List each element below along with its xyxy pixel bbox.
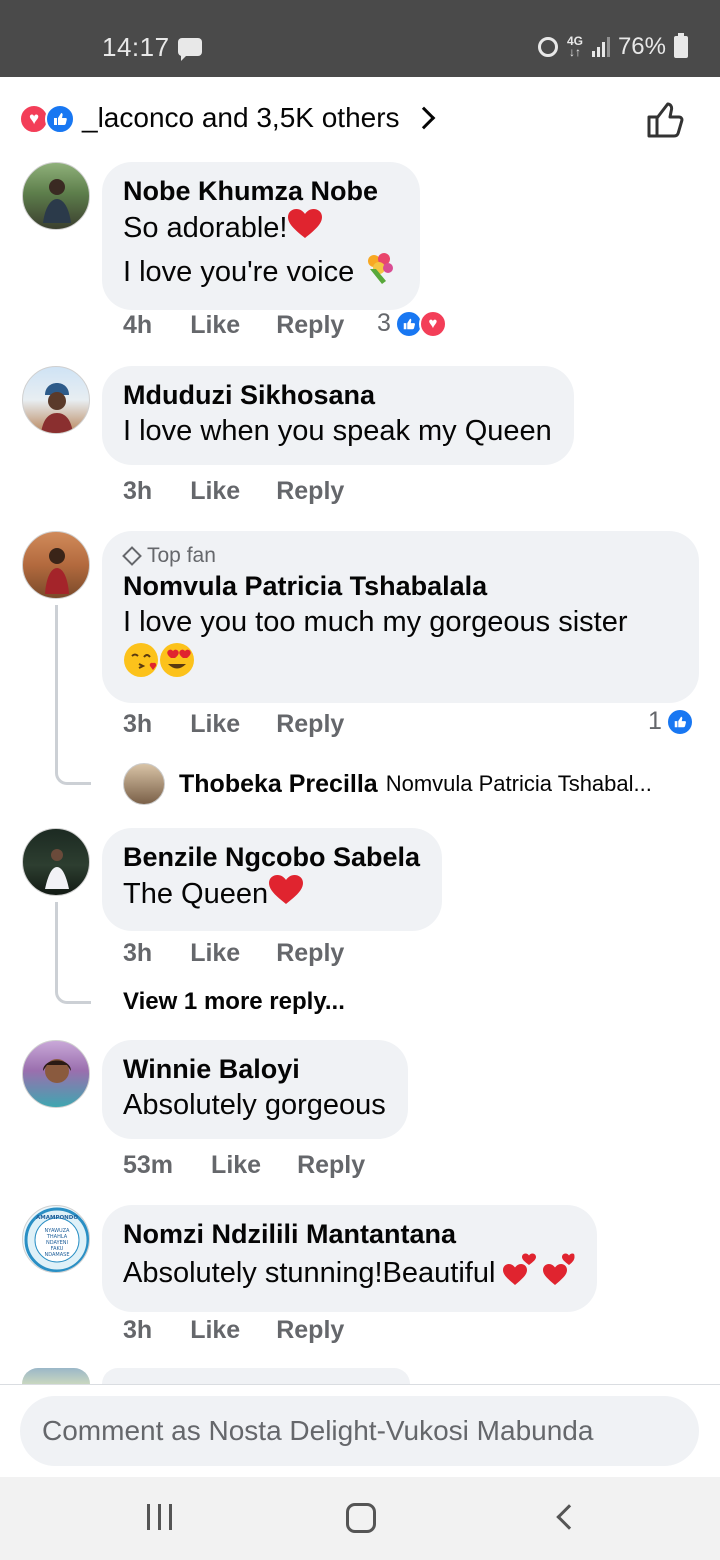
comment-author[interactable]: Benzile Ngcobo Sabela	[123, 840, 420, 874]
comment-bubble[interactable]: Nobe Khumza Nobe So adorable! I love you…	[102, 162, 421, 310]
amampondo-logo: AMAMPONDO NYAWUZA THAHLA NDAYENI FAKU ND…	[24, 1207, 89, 1272]
network-type-icon: 4G ↓↑	[566, 34, 583, 59]
kissing-face-emoji	[123, 642, 159, 689]
comment-author[interactable]: Winnie Baloyi	[123, 1052, 386, 1086]
comment-text: I love when you speak my Queen	[123, 415, 552, 447]
comment-time: 3h	[123, 1316, 153, 1344]
red-heart-emoji	[268, 874, 304, 917]
reply-button[interactable]: Reply	[276, 1316, 344, 1345]
battery-icon	[674, 33, 688, 58]
reply-preview[interactable]: Thobeka Precilla Nomvula Patricia Tshaba…	[123, 763, 652, 805]
like-button[interactable]: Like	[190, 939, 240, 968]
like-button[interactable]: Like	[190, 311, 240, 340]
comment-time: 3h	[123, 939, 153, 967]
next-comment-bubble-partial	[102, 1368, 410, 1384]
reply-snippet: Nomvula Patricia Tshabal...	[385, 771, 652, 796]
reaction-count: 3	[377, 309, 391, 337]
thread-line	[55, 605, 91, 785]
like-outline-icon[interactable]	[646, 101, 686, 144]
recent-apps-icon[interactable]	[147, 1504, 172, 1530]
signal-icon	[591, 37, 610, 57]
heart-reaction-icon: ♥	[418, 309, 447, 338]
status-bar: 14:17 4G ↓↑ 76%	[0, 0, 720, 77]
like-button[interactable]: Like	[190, 710, 240, 739]
comment-text: The Queen	[123, 874, 420, 917]
heart-eyes-face-emoji	[159, 642, 195, 689]
comment-author[interactable]: Mduduzi Sikhosana	[123, 378, 552, 412]
like-button[interactable]: Like	[211, 1151, 261, 1180]
alarm-icon	[537, 37, 558, 57]
comment-text: Absolutely stunning!Beautiful	[123, 1251, 575, 1298]
comment-time: 3h	[123, 477, 153, 505]
reactions-summary-text: _laconco and 3,5K others	[82, 102, 400, 133]
comment-text: Absolutely gorgeous	[123, 1089, 386, 1121]
like-reaction-icon	[665, 707, 694, 736]
comment-actions: 3h Like Reply	[123, 477, 344, 506]
like-reaction-icon	[45, 104, 75, 134]
avatar[interactable]	[22, 366, 90, 434]
back-icon[interactable]	[556, 1504, 582, 1530]
avatar[interactable]	[22, 531, 90, 599]
view-more-replies[interactable]: View 1 more reply...	[123, 988, 345, 1016]
comment-actions: 3h Like Reply	[123, 939, 344, 968]
comment-composer	[0, 1384, 720, 1477]
two-hearts-emoji	[503, 1251, 575, 1298]
status-icons: 4G ↓↑ 76%	[537, 33, 688, 61]
reply-button[interactable]: Reply	[297, 1151, 365, 1180]
reply-button[interactable]: Reply	[276, 477, 344, 506]
top-fan-badge[interactable]: Top fan	[122, 543, 677, 569]
comment-time: 53m	[123, 1151, 174, 1179]
reply-avatar	[123, 763, 165, 805]
next-comment-avatar-partial	[22, 1368, 90, 1384]
comment-reactions[interactable]: 1	[648, 707, 694, 736]
message-notification-icon	[178, 38, 202, 61]
reply-button[interactable]: Reply	[276, 311, 344, 340]
like-button[interactable]: Like	[190, 477, 240, 506]
comment-text: I love you're voice	[123, 251, 398, 296]
comment-reactions[interactable]: 3 ♥	[377, 309, 447, 338]
comment-text: So adorable!	[123, 208, 398, 251]
comment-bubble[interactable]: Top fan Nomvula Patricia Tshabalala I lo…	[102, 531, 699, 703]
comment-time: 3h	[123, 710, 153, 738]
battery-percent: 76%	[617, 33, 666, 60]
reply-button[interactable]: Reply	[276, 939, 344, 968]
comment-bubble[interactable]: Nomzi Ndzilili Mantantana Absolutely stu…	[102, 1205, 598, 1312]
reactions-summary[interactable]: ♥ _laconco and 3,5K others	[0, 77, 720, 159]
status-time: 14:17	[102, 32, 170, 62]
comment-actions: 53m Like Reply	[123, 1151, 365, 1180]
comment-actions: 3h Like Reply	[123, 710, 344, 739]
comment-emojis	[123, 642, 677, 689]
chevron-right-icon	[412, 106, 436, 130]
thread-line	[55, 902, 91, 1004]
comment-author[interactable]: Nomvula Patricia Tshabalala	[123, 569, 677, 603]
navigation-bar	[0, 1477, 720, 1560]
red-heart-emoji	[287, 208, 323, 251]
diamond-icon	[122, 546, 142, 566]
home-icon[interactable]	[346, 1503, 376, 1533]
avatar[interactable]	[22, 162, 90, 230]
comment-bubble[interactable]: Mduduzi Sikhosana I love when you speak …	[102, 366, 574, 465]
svg-text:NDAMASE: NDAMASE	[45, 1252, 70, 1258]
comment-bubble[interactable]: Winnie Baloyi Absolutely gorgeous	[102, 1040, 408, 1139]
avatar[interactable]	[22, 1040, 90, 1108]
svg-text:AMAMPONDO: AMAMPONDO	[36, 1215, 78, 1221]
comment-author[interactable]: Nomzi Ndzilili Mantantana	[123, 1217, 575, 1251]
comment-author[interactable]: Nobe Khumza Nobe	[123, 174, 398, 208]
like-button[interactable]: Like	[190, 1316, 240, 1345]
comment-time: 4h	[123, 311, 153, 339]
comment-actions: 4h Like Reply	[123, 311, 344, 340]
reply-button[interactable]: Reply	[276, 710, 344, 739]
reaction-count: 1	[648, 707, 662, 735]
comment-input[interactable]	[20, 1396, 699, 1466]
comment-actions: 3h Like Reply	[123, 1316, 344, 1345]
bouquet-emoji	[362, 251, 398, 296]
avatar[interactable]: AMAMPONDO NYAWUZA THAHLA NDAYENI FAKU ND…	[22, 1205, 90, 1273]
comment-bubble[interactable]: Benzile Ngcobo Sabela The Queen	[102, 828, 443, 931]
avatar[interactable]	[22, 828, 90, 896]
reply-author: Thobeka Precilla	[179, 769, 378, 798]
comment-text: I love you too much my gorgeous sister	[123, 606, 628, 638]
